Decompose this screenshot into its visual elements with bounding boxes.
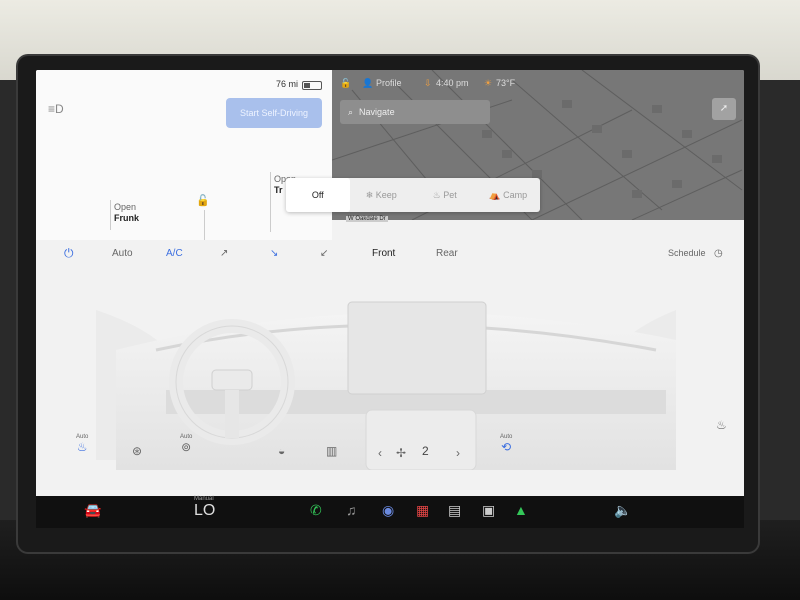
mode-off[interactable]: Off — [286, 178, 350, 212]
defrost-icon[interactable]: ⊛ — [132, 444, 142, 458]
right-seat-heater-icon[interactable]: ♨ — [716, 418, 727, 432]
divider — [204, 210, 205, 240]
compass-icon: ➚ — [719, 103, 729, 114]
frunk-label: Frunk — [114, 213, 140, 223]
headlight-icon[interactable]: ≡D — [48, 102, 68, 116]
street-label: W Oakdale Dr — [346, 216, 388, 222]
airflow-face-icon[interactable]: ↗ — [220, 248, 228, 259]
touchscreen: 🔓 👤 Profile ⇩ 4:40 pm ☀ 73°F ⌕ Navigate … — [36, 70, 744, 528]
outside-temperature: 73°F — [496, 78, 516, 88]
clock-time: 4:40 pm — [436, 78, 469, 88]
rear-tab[interactable]: Rear — [436, 248, 458, 259]
temp-setting: LO — [194, 502, 216, 519]
download-icon: ⇩ — [424, 78, 432, 88]
climate-mode-selector: Off ❄ Keep ♨ Pet ⛺ Camp — [286, 178, 540, 212]
lock-status-icon[interactable]: 🔓 — [340, 78, 351, 89]
auto-button[interactable]: Auto — [112, 248, 133, 259]
keep-icon: ❄ — [365, 190, 376, 200]
camera-icon[interactable]: ◉ — [382, 502, 394, 519]
compass-button[interactable]: ➚ — [712, 98, 736, 120]
schedule-button[interactable]: Schedule — [668, 248, 706, 258]
fan-icon: ✢ — [396, 446, 407, 460]
clock-icon[interactable]: ◷ — [714, 248, 723, 259]
dock-bar: 🚘 Manual LO ✆ ♫ ◉ ▦ ▤ ▣ ▲ 🔈 — [36, 496, 744, 528]
mode-camp-label: Camp — [503, 190, 528, 200]
bottom-climate-bar: Auto ♨ ⊛ Auto ⊚ ◒ ▥ ‹ ✢ 2 › Auto ⟲ ♨ — [36, 418, 744, 474]
driver-temp-control[interactable]: Manual LO — [194, 496, 215, 520]
pet-icon: ♨ — [432, 190, 444, 200]
music-icon[interactable]: ♫ — [346, 502, 357, 518]
ac-button[interactable]: A/C — [166, 248, 183, 259]
toybox-icon[interactable]: ▣ — [482, 502, 495, 519]
navigate-search[interactable]: ⌕ Navigate — [340, 100, 490, 124]
mode-keep[interactable]: ❄ Keep — [350, 178, 414, 212]
energy-icon[interactable]: ▲ — [514, 502, 528, 518]
mode-camp[interactable]: ⛺ Camp — [477, 178, 541, 212]
volume-icon[interactable]: 🔈 — [614, 502, 631, 519]
search-icon: ⌕ — [348, 106, 354, 117]
recirculation-button[interactable]: Auto ⟲ — [500, 434, 512, 454]
phone-icon[interactable]: ✆ — [310, 502, 322, 519]
airflow-feet-icon[interactable]: ↙ — [320, 248, 328, 259]
climate-controls: ⏻ Auto A/C ↗ ↘ ↙ Front Rear Schedule ◷ — [36, 240, 744, 268]
navigate-placeholder: Navigate — [359, 107, 395, 117]
divider — [110, 200, 111, 230]
calendar-icon[interactable]: ▦ — [416, 502, 429, 519]
car-panel: 76 mi ≡D Start Self-Driving Open Frunk 🔓… — [36, 70, 332, 240]
rear-defrost-icon[interactable]: ▥ — [326, 444, 337, 458]
mode-pet-label: Pet — [443, 190, 457, 200]
camp-icon: ⛺ — [489, 190, 504, 200]
status-bar: 🔓 👤 Profile ⇩ 4:40 pm ☀ 73°F — [332, 70, 744, 96]
recirculation-icon: ⟲ — [501, 440, 512, 454]
mode-keep-label: Keep — [375, 190, 397, 200]
battery-range: 76 mi — [276, 79, 299, 89]
seat-heater-icon: ♨ — [76, 440, 88, 454]
profile-icon[interactable]: 👤 — [362, 78, 373, 89]
frunk-open-label: Open — [114, 202, 137, 212]
steering-heater-icon: ⊚ — [181, 440, 192, 454]
profile-label[interactable]: Profile — [376, 78, 402, 88]
start-self-driving-button[interactable]: Start Self-Driving — [226, 98, 322, 128]
battery-icon — [302, 81, 322, 90]
sun-icon: ☀ — [484, 78, 493, 88]
front-defrost-icon[interactable]: ◒ — [278, 444, 285, 458]
left-seat-heater[interactable]: Auto ♨ — [76, 434, 88, 454]
car-icon[interactable]: 🚘 — [84, 502, 101, 519]
fan-speed-value: 2 — [422, 444, 429, 458]
fan-decrease-icon[interactable]: ‹ — [378, 446, 382, 460]
open-frunk-button[interactable]: Open Frunk — [114, 202, 139, 224]
unlock-icon[interactable]: 🔓 — [196, 194, 210, 207]
steering-heater[interactable]: Auto ⊚ — [180, 434, 192, 454]
climate-power-icon[interactable]: ⏻ — [64, 246, 74, 261]
divider — [270, 172, 271, 232]
mode-pet[interactable]: ♨ Pet — [413, 178, 477, 212]
airflow-face-feet-icon[interactable]: ↘ — [270, 248, 278, 259]
fan-increase-icon[interactable]: › — [456, 446, 460, 460]
front-tab[interactable]: Front — [372, 248, 395, 259]
files-icon[interactable]: ▤ — [448, 502, 461, 519]
